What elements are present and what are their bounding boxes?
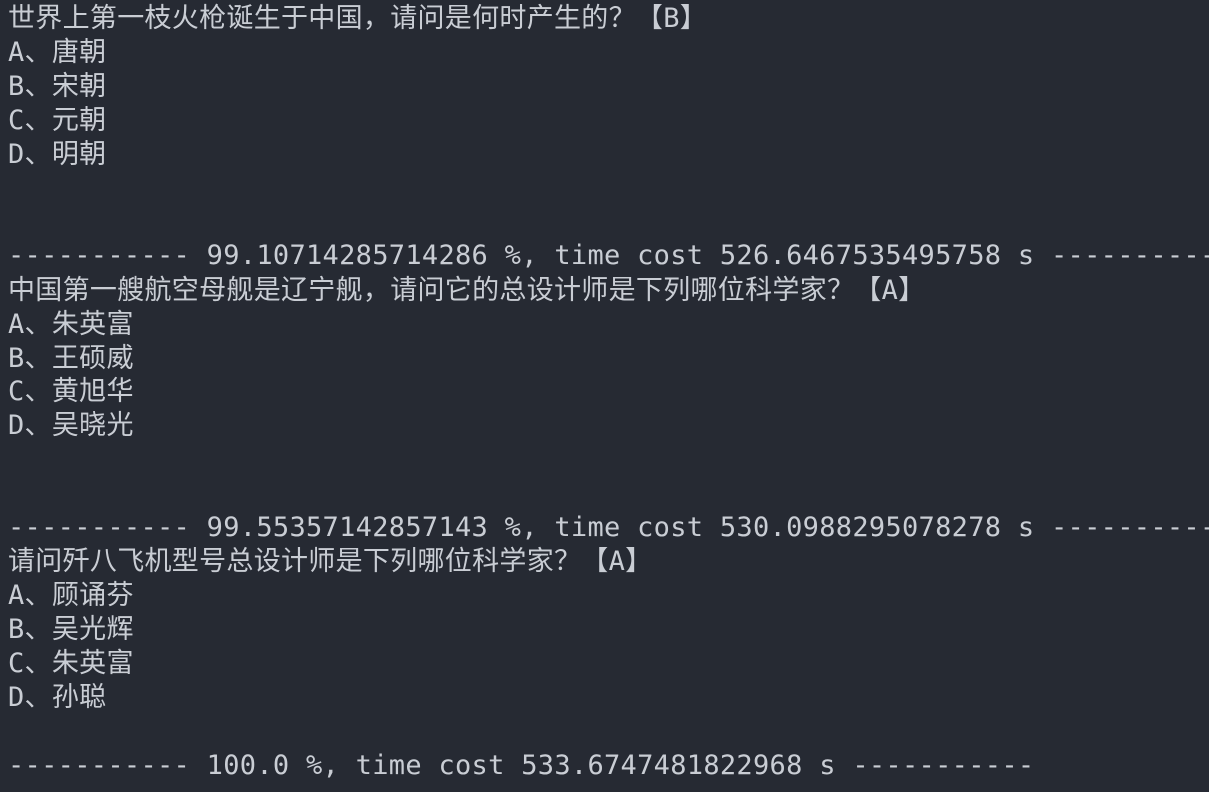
option-line: C、元朝 (8, 105, 107, 136)
option-line: D、孙聪 (8, 682, 107, 713)
progress-line: ----------- 100.0 %, time cost 533.67474… (8, 750, 1035, 781)
question-line: 请问歼八飞机型号总设计师是下列哪位科学家？【A】 (8, 546, 653, 577)
option-line: A、顾诵芬 (8, 580, 134, 611)
question-line: 世界上第一枝火枪诞生于中国，请问是何时产生的？【B】 (8, 3, 708, 34)
option-line: D、明朝 (8, 139, 107, 170)
option-line: D、吴晓光 (8, 410, 134, 441)
progress-line: ----------- 99.10714285714286 %, time co… (8, 240, 1209, 271)
option-line: B、宋朝 (8, 71, 107, 102)
option-line: A、唐朝 (8, 37, 107, 68)
option-line: C、朱英富 (8, 648, 134, 679)
progress-line: ----------- 99.55357142857143 %, time co… (8, 512, 1209, 543)
option-line: C、黄旭华 (8, 376, 134, 407)
option-line: A、朱英富 (8, 309, 134, 340)
option-line: B、王硕威 (8, 343, 134, 374)
question-line: 中国第一艘航空母舰是辽宁舰，请问它的总设计师是下列哪位科学家？【A】 (8, 275, 926, 306)
terminal-window: 世界上第一枝火枪诞生于中国，请问是何时产生的？【B】 A、唐朝 B、宋朝 C、元… (0, 0, 1209, 792)
option-line: B、吴光辉 (8, 614, 134, 645)
